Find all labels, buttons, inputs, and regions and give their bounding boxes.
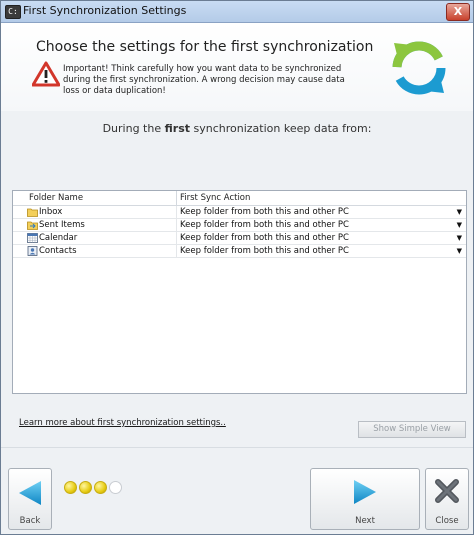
calendar-icon <box>27 233 38 243</box>
close-button[interactable]: Close <box>425 468 469 530</box>
folder-name-cell: Inbox <box>39 207 63 217</box>
show-simple-view-button[interactable]: Show Simple View <box>358 421 466 438</box>
progress-dot <box>64 481 77 494</box>
next-button[interactable]: Next <box>310 468 420 530</box>
close-label: Close <box>435 516 459 526</box>
sent-items-folder-icon <box>27 221 38 230</box>
sync-action-select[interactable]: Keep folder from both this and other PC <box>180 206 349 218</box>
next-label: Next <box>355 516 375 526</box>
back-label: Back <box>19 516 41 526</box>
column-divider[interactable] <box>176 191 177 205</box>
next-arrow-icon <box>354 480 376 504</box>
column-header-first-sync-action[interactable]: First Sync Action <box>180 193 250 203</box>
warning-icon <box>32 61 60 87</box>
app-icon: C: <box>5 5 21 19</box>
progress-dot <box>79 481 92 494</box>
back-arrow-icon <box>19 481 41 505</box>
subtitle: During the first synchronization keep da… <box>1 122 473 135</box>
back-button[interactable]: Back <box>8 468 52 530</box>
subtitle-before: During the <box>102 122 165 135</box>
subtitle-emphasis: first <box>164 122 190 135</box>
header-panel: Choose the settings for the first synchr… <box>1 23 473 111</box>
subtitle-after: synchronization keep data from: <box>190 122 372 135</box>
grid-header: Folder Name First Sync Action <box>13 191 466 206</box>
cell-divider <box>176 232 177 244</box>
folder-name-cell: Calendar <box>39 233 78 243</box>
page-title: Choose the settings for the first synchr… <box>36 39 374 55</box>
inbox-folder-icon <box>27 208 38 217</box>
dropdown-arrow-icon[interactable]: ▼ <box>457 219 462 231</box>
title-bar: C: First Synchronization Settings X <box>1 1 473 23</box>
dropdown-arrow-icon[interactable]: ▼ <box>457 232 462 244</box>
window-close-button[interactable]: X <box>446 3 470 21</box>
table-row[interactable]: Sent Items Keep folder from both this an… <box>13 219 466 232</box>
dialog-window: C: First Synchronization Settings X Choo… <box>0 0 474 535</box>
table-row[interactable]: Calendar Keep folder from both this and … <box>13 232 466 245</box>
cell-divider <box>176 219 177 231</box>
folder-sync-grid: Folder Name First Sync Action Inbox Keep… <box>12 190 467 394</box>
folder-name-cell: Contacts <box>39 246 77 256</box>
table-row[interactable]: Contacts Keep folder from both this and … <box>13 245 466 258</box>
contacts-icon <box>27 246 38 256</box>
dropdown-arrow-icon[interactable]: ▼ <box>457 206 462 218</box>
window-title: First Synchronization Settings <box>23 4 187 17</box>
sync-action-select[interactable]: Keep folder from both this and other PC <box>180 219 349 231</box>
folder-name-cell: Sent Items <box>39 220 85 230</box>
learn-more-link[interactable]: Learn more about first synchronization s… <box>19 418 226 428</box>
cell-divider <box>176 245 177 257</box>
sync-action-select[interactable]: Keep folder from both this and other PC <box>180 232 349 244</box>
progress-dot <box>94 481 107 494</box>
warning-text: Important! Think carefully how you want … <box>63 64 345 96</box>
progress-dot <box>109 481 122 494</box>
sync-action-select[interactable]: Keep folder from both this and other PC <box>180 245 349 257</box>
cell-divider <box>176 206 177 218</box>
sync-logo-icon <box>392 41 446 95</box>
column-header-folder-name[interactable]: Folder Name <box>29 193 83 203</box>
table-row[interactable]: Inbox Keep folder from both this and oth… <box>13 206 466 219</box>
close-x-icon <box>435 479 459 503</box>
footer-divider <box>1 447 473 448</box>
dropdown-arrow-icon[interactable]: ▼ <box>457 245 462 257</box>
